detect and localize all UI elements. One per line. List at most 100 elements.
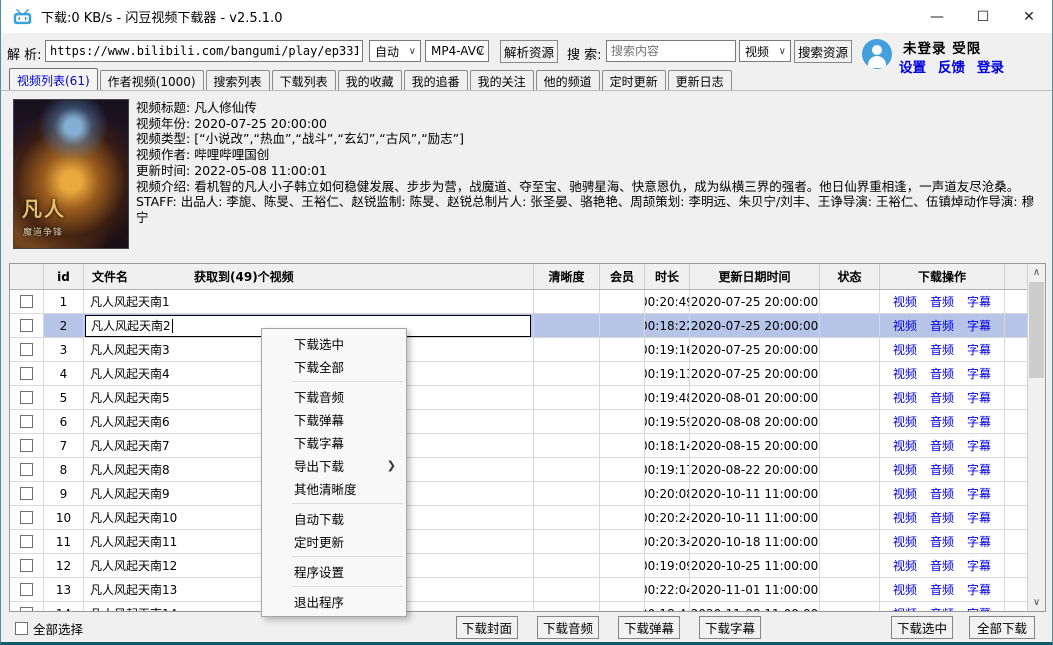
login-link[interactable]: 登录 [977, 56, 1004, 76]
select-all-checkbox[interactable]: 全部选择 [15, 619, 83, 638]
minimize-icon[interactable]: — [914, 0, 960, 33]
op-subtitle-link[interactable]: 字幕 [967, 581, 991, 598]
download-cover-button[interactable]: 下载封面 [456, 616, 518, 639]
table-row[interactable]: 4 凡人风起天南4 00:19:13 2020-07-25 20:00:00 视… [10, 362, 1045, 386]
menu-download-selected[interactable]: 下载选中 [262, 332, 406, 355]
menu-exit[interactable]: 退出程序 [262, 590, 406, 613]
tab-my-follows[interactable]: 我的关注 [470, 70, 534, 91]
scroll-up-icon[interactable]: ∧ [1028, 264, 1045, 281]
menu-download-audio[interactable]: 下载音频 [262, 385, 406, 408]
row-checkbox[interactable] [20, 559, 33, 572]
op-video-link[interactable]: 视频 [893, 413, 917, 430]
op-subtitle-link[interactable]: 字幕 [967, 413, 991, 430]
search-type-select[interactable]: 视频 ∨ [739, 40, 791, 62]
table-row[interactable]: 1 凡人风起天南1 00:20:49 2020-07-25 20:00:00 视… [10, 290, 1045, 314]
op-subtitle-link[interactable]: 字幕 [967, 389, 991, 406]
maximize-icon[interactable]: ☐ [960, 0, 1006, 33]
url-input[interactable] [45, 40, 363, 62]
op-subtitle-link[interactable]: 字幕 [967, 461, 991, 478]
table-row[interactable]: 10 凡人风起天南10 00:20:24 2020-10-11 11:00:00… [10, 506, 1045, 530]
op-subtitle-link[interactable]: 字幕 [967, 557, 991, 574]
feedback-link[interactable]: 反馈 [938, 56, 965, 76]
op-audio-link[interactable]: 音频 [930, 389, 954, 406]
table-row[interactable]: 9 凡人风起天南9 00:20:08 2020-10-11 11:00:00 视… [10, 482, 1045, 506]
header-filename[interactable]: 文件名 获取到(49)个视频 [84, 264, 534, 289]
header-vip[interactable]: 会员 [600, 264, 645, 289]
op-audio-link[interactable]: 音频 [930, 317, 954, 334]
tab-download-list[interactable]: 下载列表 [272, 70, 336, 91]
table-row[interactable]: 6 凡人风起天南6 00:19:59 2020-08-08 20:00:00 视… [10, 410, 1045, 434]
search-input[interactable] [606, 40, 736, 62]
menu-export-download[interactable]: 导出下载 ❯ [262, 454, 406, 477]
tab-author-videos[interactable]: 作者视频(1000) [100, 70, 204, 91]
row-checkbox[interactable] [20, 415, 33, 428]
row-checkbox[interactable] [20, 295, 33, 308]
table-row[interactable]: 5 凡人风起天南5 00:19:48 2020-08-01 20:00:00 视… [10, 386, 1045, 410]
table-row[interactable]: 8 凡人风起天南8 00:19:17 2020-08-22 20:00:00 视… [10, 458, 1045, 482]
header-quality[interactable]: 清晰度 [534, 264, 600, 289]
parse-resource-button[interactable]: 解析资源 [500, 40, 558, 63]
op-audio-link[interactable]: 音频 [930, 605, 954, 612]
op-audio-link[interactable]: 音频 [930, 413, 954, 430]
op-video-link[interactable]: 视频 [893, 461, 917, 478]
header-date[interactable]: 更新日期时间 [690, 264, 820, 289]
op-subtitle-link[interactable]: 字幕 [967, 341, 991, 358]
header-duration[interactable]: 时长 [645, 264, 690, 289]
scroll-down-icon[interactable]: ∨ [1028, 594, 1045, 611]
op-video-link[interactable]: 视频 [893, 581, 917, 598]
op-audio-link[interactable]: 音频 [930, 485, 954, 502]
settings-link[interactable]: 设置 [899, 56, 926, 76]
op-audio-link[interactable]: 音频 [930, 365, 954, 382]
mode-select[interactable]: 自动 ∨ [369, 40, 421, 62]
tab-my-bangumi[interactable]: 我的追番 [404, 70, 468, 91]
close-icon[interactable]: ✕ [1006, 0, 1052, 33]
download-subtitle-button[interactable]: 下载字幕 [699, 616, 761, 639]
table-row[interactable]: 12 凡人风起天南12 00:19:09 2020-10-25 11:00:00… [10, 554, 1045, 578]
op-video-link[interactable]: 视频 [893, 365, 917, 382]
op-subtitle-link[interactable]: 字幕 [967, 293, 991, 310]
table-row[interactable]: 14 凡人风起天南14 00:18:4 2020-11-08 11:00:00 … [10, 602, 1045, 612]
row-checkbox[interactable] [20, 487, 33, 500]
row-filename[interactable]: 凡人风起天南1 [84, 290, 534, 313]
tab-changelog[interactable]: 更新日志 [668, 70, 732, 91]
row-checkbox[interactable] [20, 463, 33, 476]
row-checkbox[interactable] [20, 391, 33, 404]
op-audio-link[interactable]: 音频 [930, 293, 954, 310]
op-audio-link[interactable]: 音频 [930, 461, 954, 478]
op-audio-link[interactable]: 音频 [930, 509, 954, 526]
op-audio-link[interactable]: 音频 [930, 533, 954, 550]
op-video-link[interactable]: 视频 [893, 509, 917, 526]
vertical-scrollbar[interactable]: ∧ ∨ [1027, 264, 1045, 611]
op-subtitle-link[interactable]: 字幕 [967, 317, 991, 334]
download-danmu-button[interactable]: 下载弹幕 [618, 616, 680, 639]
menu-download-subtitle[interactable]: 下载字幕 [262, 431, 406, 454]
op-audio-link[interactable]: 音频 [930, 341, 954, 358]
op-audio-link[interactable]: 音频 [930, 557, 954, 574]
op-video-link[interactable]: 视频 [893, 605, 917, 612]
download-all-button[interactable]: 全部下载 [969, 616, 1035, 639]
op-video-link[interactable]: 视频 [893, 389, 917, 406]
op-subtitle-link[interactable]: 字幕 [967, 365, 991, 382]
op-subtitle-link[interactable]: 字幕 [967, 437, 991, 454]
row-checkbox[interactable] [20, 319, 33, 332]
menu-scheduled-update[interactable]: 定时更新 [262, 530, 406, 553]
tab-search-list[interactable]: 搜索列表 [206, 70, 270, 91]
menu-program-settings[interactable]: 程序设置 [262, 560, 406, 583]
table-row-selected[interactable]: 2 凡人风起天南2 00:18:22 2020-07-25 20:00:00 视… [10, 314, 1045, 338]
row-checkbox[interactable] [20, 535, 33, 548]
table-row[interactable]: 7 凡人风起天南7 00:18:14 2020-08-15 20:00:00 视… [10, 434, 1045, 458]
menu-other-quality[interactable]: 其他清晰度 [262, 477, 406, 500]
download-audio-button[interactable]: 下载音频 [537, 616, 599, 639]
menu-download-danmu[interactable]: 下载弹幕 [262, 408, 406, 431]
row-checkbox[interactable] [20, 511, 33, 524]
table-row[interactable]: 3 凡人风起天南3 00:19:16 2020-07-25 20:00:00 视… [10, 338, 1045, 362]
op-audio-link[interactable]: 音频 [930, 581, 954, 598]
op-video-link[interactable]: 视频 [893, 437, 917, 454]
op-video-link[interactable]: 视频 [893, 533, 917, 550]
table-row[interactable]: 13 凡人风起天南13 00:22:04 2020-11-01 11:00:00… [10, 578, 1045, 602]
menu-download-all[interactable]: 下载全部 [262, 355, 406, 378]
op-video-link[interactable]: 视频 [893, 293, 917, 310]
op-video-link[interactable]: 视频 [893, 485, 917, 502]
op-video-link[interactable]: 视频 [893, 317, 917, 334]
row-checkbox[interactable] [20, 439, 33, 452]
